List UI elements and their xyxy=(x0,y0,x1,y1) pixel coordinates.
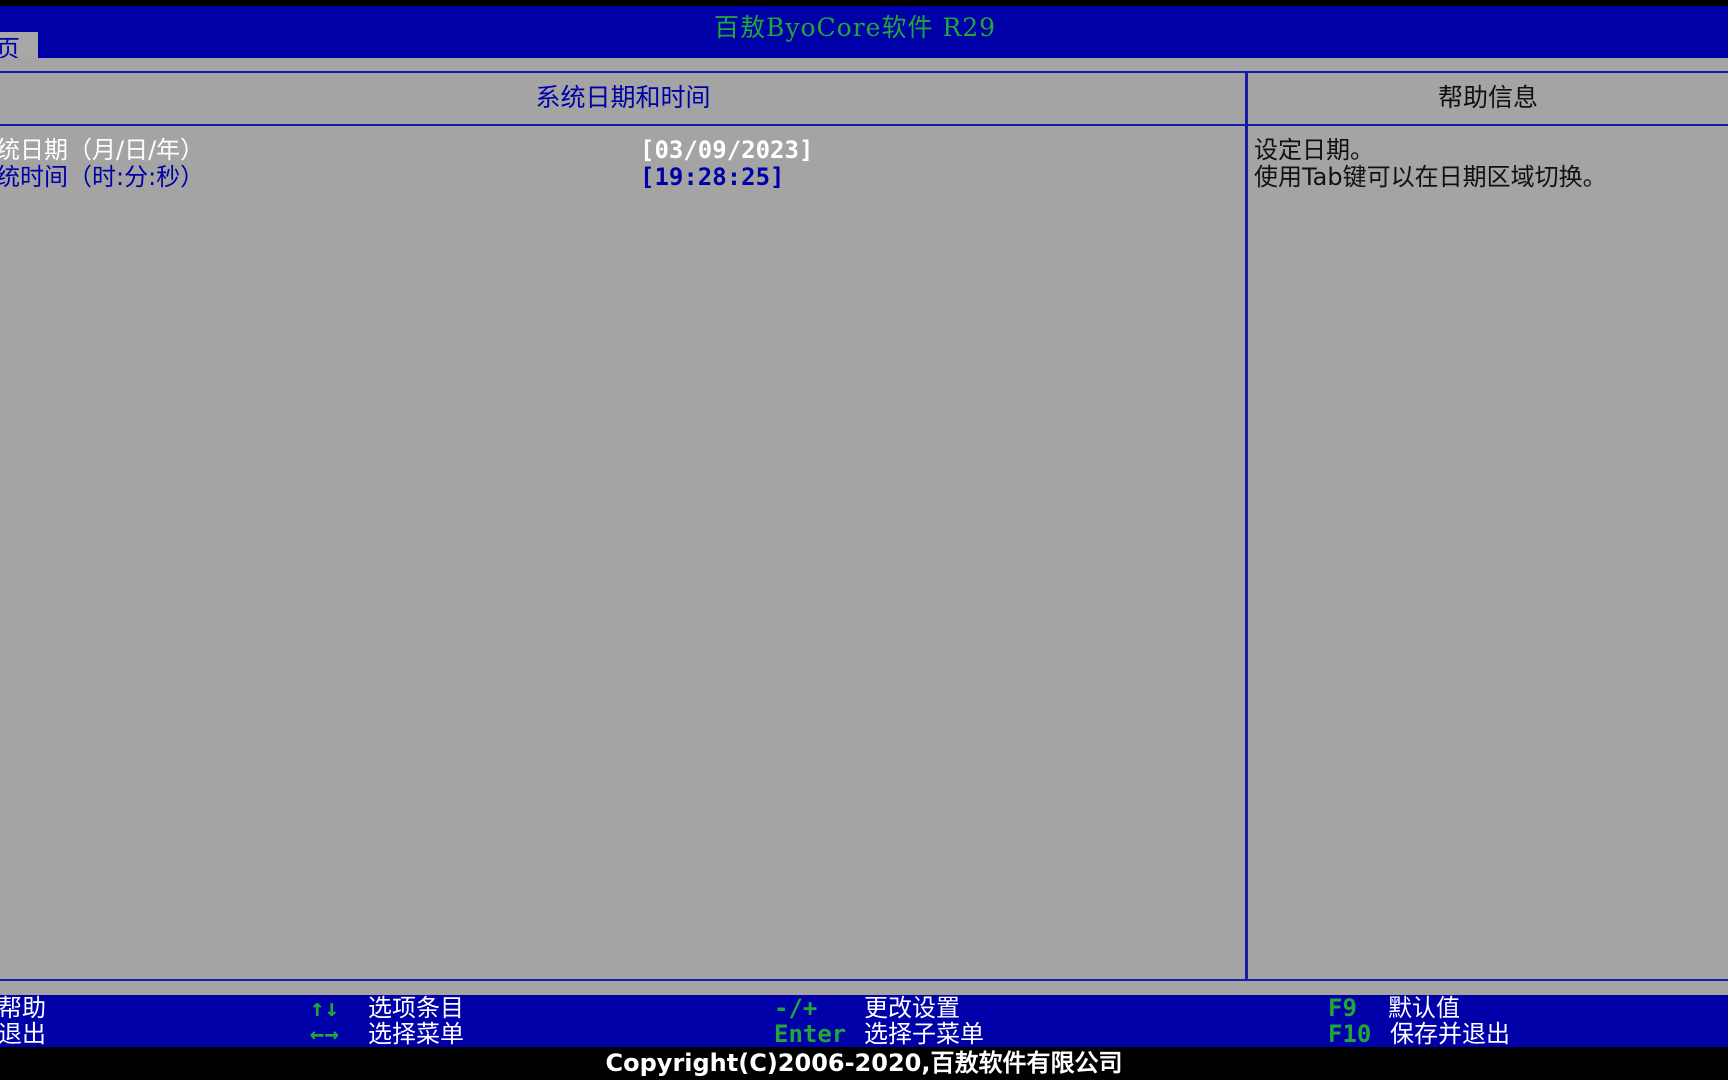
title-bar: 百敖ByoCore软件 R29 页 xyxy=(0,6,1728,64)
select-submenu-desc: 选择子菜单 xyxy=(864,1020,984,1048)
save-exit-desc: 保存并退出 xyxy=(1390,1020,1510,1048)
system-time-row[interactable]: 统时间（时:分:秒） [19:28:25] xyxy=(0,163,1240,191)
enter-key: Enter xyxy=(774,1020,847,1048)
system-time-value[interactable]: [19:28:25] xyxy=(640,163,785,191)
load-defaults-desc: 默认值 xyxy=(1388,994,1460,1022)
panel-vertical-divider xyxy=(1245,72,1248,981)
copyright-notice: Copyright(C)2006-2020,百敖软件有限公司 xyxy=(0,1047,1728,1080)
select-menu-desc: 选择菜单 xyxy=(368,1020,464,1048)
select-item-desc: 选项条目 xyxy=(368,994,464,1022)
help-panel-title: 帮助信息 xyxy=(1437,83,1538,112)
panel-top-divider xyxy=(0,71,1728,73)
system-date-label: 统日期（月/日/年） xyxy=(0,136,205,164)
up-down-arrows-icon: ↑↓ xyxy=(310,994,339,1022)
help-text-line-2: 使用Tab键可以在日期区域切换。 xyxy=(1254,163,1607,191)
change-key: -/+ xyxy=(774,994,818,1022)
f9-key: F9 xyxy=(1328,994,1357,1022)
change-setting-desc: 更改设置 xyxy=(864,994,960,1022)
panel-bottom-divider xyxy=(0,979,1728,981)
key-help-bar: 帮助 退出 ↑↓ 选项条目 ←→ 选择菜单 -/+ 更改设置 Enter 选择子… xyxy=(0,995,1728,1047)
system-time-label: 统时间（时:分:秒） xyxy=(0,163,205,191)
system-date-value[interactable]: [03/09/2023] xyxy=(640,136,813,164)
exit-key-desc: 退出 xyxy=(0,1020,46,1048)
f10-key: F10 xyxy=(1328,1020,1372,1048)
help-text-line-1: 设定日期。 xyxy=(1254,136,1374,164)
panel-header-divider xyxy=(0,124,1728,126)
bios-title: 百敖ByoCore软件 R29 xyxy=(713,13,997,42)
main-area xyxy=(0,58,1728,995)
help-key-desc: 帮助 xyxy=(0,994,46,1022)
system-date-row[interactable]: 统日期（月/日/年） [03/09/2023] xyxy=(0,136,1240,164)
left-right-arrows-icon: ←→ xyxy=(310,1020,339,1048)
settings-panel-title: 系统日期和时间 xyxy=(535,83,711,112)
